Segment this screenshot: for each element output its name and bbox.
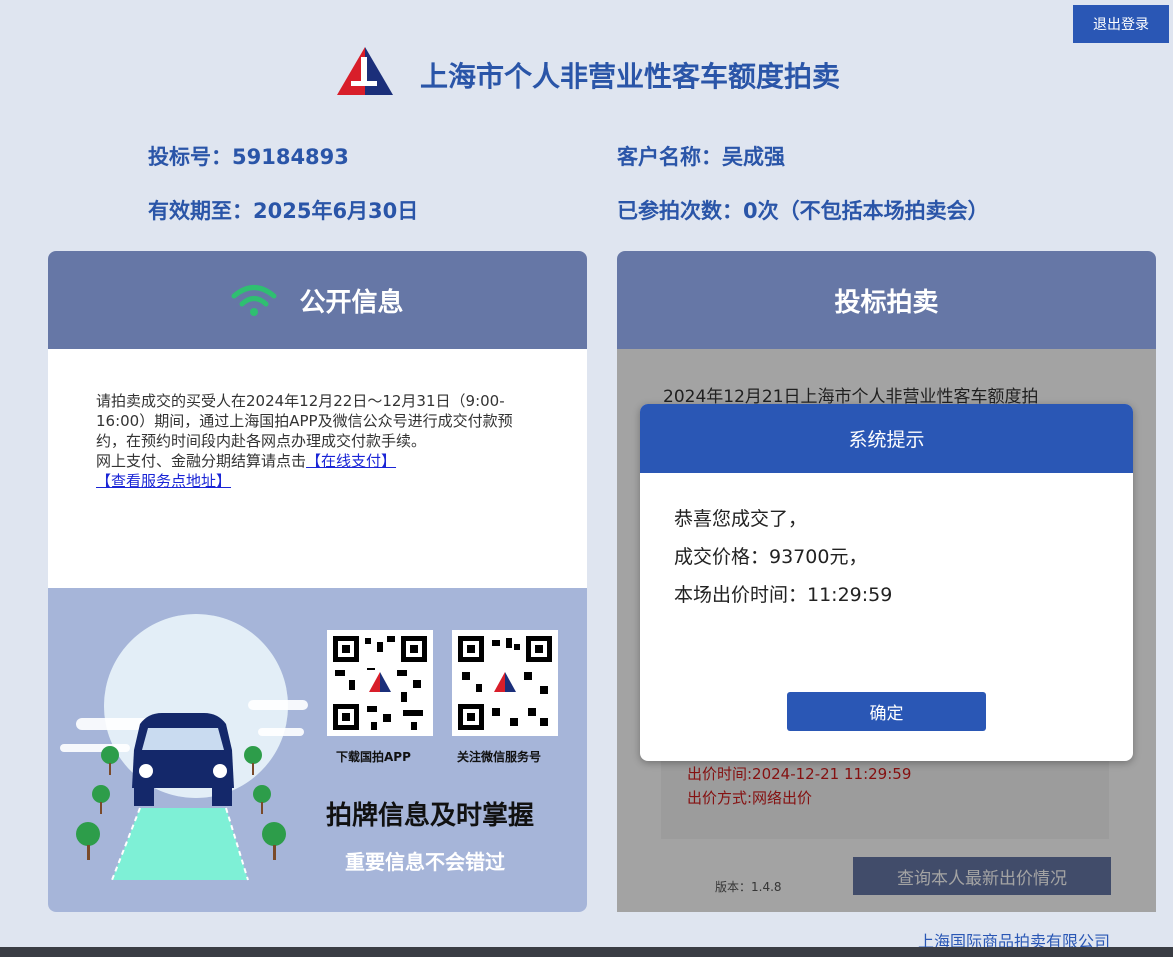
- customer-name: 客户名称：吴成强: [617, 145, 785, 169]
- site-title: 上海市个人非营业性客车额度拍卖: [420, 60, 841, 93]
- notice-text-block: 请拍卖成交的买受人在2024年12月22日～12月31日（9:00-16:00）…: [96, 391, 536, 491]
- bottom-bar: [0, 947, 1173, 957]
- valid-until: 有效期至：2025年6月30日: [148, 199, 419, 223]
- wifi-icon: [231, 285, 277, 316]
- car-illustration-icon: [60, 614, 308, 881]
- public-info-title: 公开信息: [299, 287, 404, 318]
- public-info-panel: 公开信息 请拍卖成交的买受人在2024年12月22日～12月31日（9:00-1…: [48, 251, 587, 912]
- promo-headline: 拍牌信息及时掌握: [326, 801, 535, 831]
- dialog-line-congrats: 恭喜您成交了，: [674, 508, 808, 530]
- bid-number: 投标号：59184893: [148, 145, 349, 169]
- auction-logo-icon: [337, 47, 393, 95]
- qr-code-icon: [458, 636, 552, 730]
- qr-app-label: 下载国拍APP: [336, 750, 411, 764]
- dialog-title: 系统提示: [640, 404, 1133, 473]
- notice-text: 请拍卖成交的买受人在2024年12月22日～12月31日（9:00-16:00）…: [96, 392, 513, 450]
- qr-wechat-label: 关注微信服务号: [457, 750, 542, 764]
- service-points-link[interactable]: 【查看服务点地址】: [96, 472, 231, 490]
- qr-code-app: [327, 630, 433, 736]
- dialog-line-price: 成交价格：93700元，: [674, 546, 868, 568]
- online-pay-link[interactable]: 【在线支付】: [306, 452, 396, 470]
- pay-prompt: 网上支付、金融分期结算请点击: [96, 452, 307, 470]
- system-prompt-dialog: 系统提示 恭喜您成交了， 成交价格：93700元， 本场出价时间：11:29:5…: [640, 404, 1133, 761]
- dialog-line-time: 本场出价时间：11:29:59: [674, 584, 893, 606]
- auction-header: 投标拍卖: [617, 251, 1156, 349]
- public-info-header: 公开信息: [48, 251, 587, 349]
- promo-banner: 下载国拍APP 关注微信服务号 拍牌信息及时掌握 重要信息不会错过: [48, 588, 587, 912]
- qr-code-wechat: [452, 630, 558, 736]
- confirm-button[interactable]: 确定: [787, 692, 986, 731]
- promo-subline: 重要信息不会错过: [345, 850, 505, 874]
- auction-title: 投标拍卖: [834, 287, 939, 318]
- qr-code-icon: [333, 636, 427, 730]
- participation-count: 已参拍次数：0次（不包括本场拍卖会）: [617, 199, 989, 223]
- logout-button[interactable]: 退出登录: [1073, 5, 1169, 43]
